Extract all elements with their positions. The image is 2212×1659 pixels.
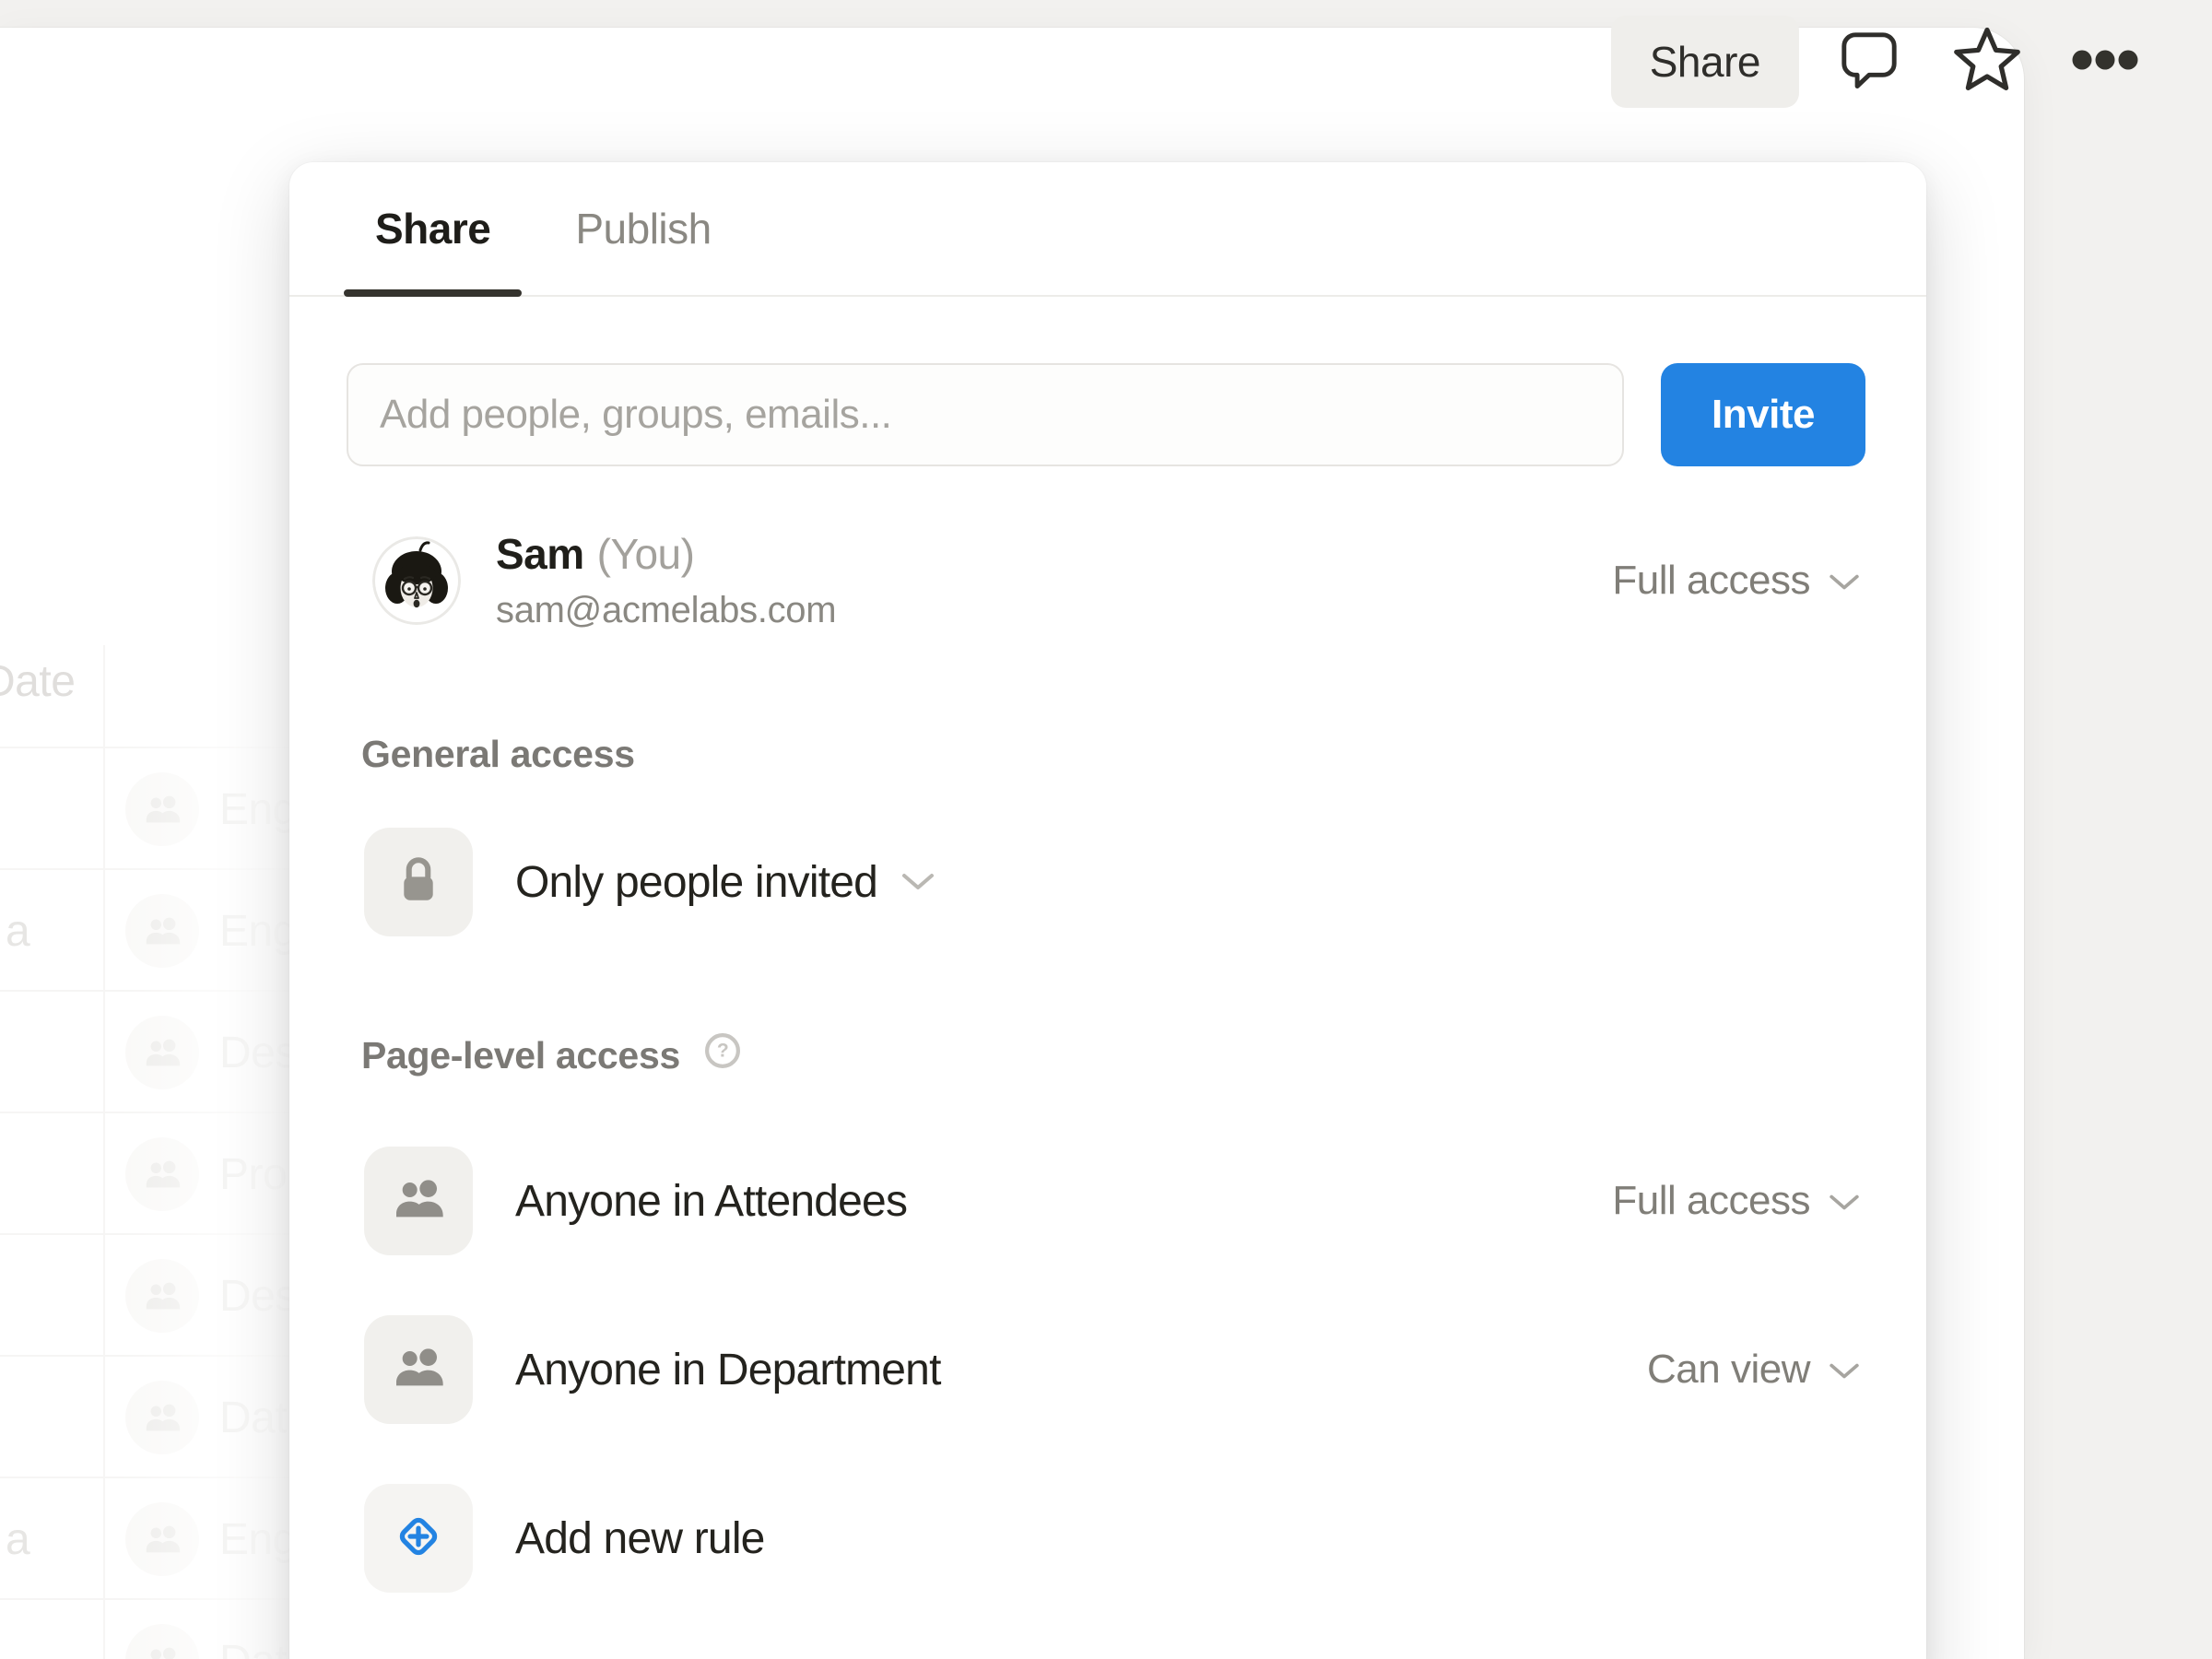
member-email: sam@acmelabs.com	[496, 590, 836, 631]
rule-access-dropdown[interactable]: Can view	[1647, 1347, 1862, 1393]
rule-access-value: Can view	[1647, 1347, 1810, 1393]
general-access-value: Only people invited	[515, 857, 877, 908]
more-options-button[interactable]	[2057, 16, 2153, 108]
chevron-down-icon	[1827, 1347, 1862, 1393]
star-icon	[1952, 26, 2022, 99]
help-icon[interactable]: ?	[702, 1030, 743, 1080]
comment-bubble-icon	[1839, 29, 1900, 96]
screen: Date Eng a Eng Des Pro Des	[0, 0, 2212, 1659]
member-access-value: Full access	[1612, 558, 1810, 604]
dialog-tabs: Share Publish	[289, 162, 1926, 297]
member-info: Sam (You) sam@acmelabs.com	[496, 529, 836, 631]
group-icon	[389, 1170, 448, 1233]
lock-icon-box	[364, 828, 473, 936]
tab-share[interactable]: Share	[344, 162, 522, 295]
rule-label: Anyone in Attendees	[515, 1176, 907, 1227]
share-button[interactable]: Share	[1611, 16, 1799, 108]
general-access-dropdown[interactable]	[900, 870, 936, 894]
chevron-down-icon	[1827, 1178, 1862, 1224]
page-level-access-heading: Page-level access ?	[361, 1030, 1926, 1080]
tab-publish-label: Publish	[575, 204, 711, 253]
rule-access-value: Full access	[1612, 1178, 1810, 1224]
general-access-heading: General access	[361, 733, 1926, 776]
avatar	[372, 536, 461, 625]
rule-row-department: Anyone in Department Can view	[364, 1315, 1862, 1424]
general-access-title: General access	[361, 733, 635, 776]
chevron-down-icon	[1827, 558, 1862, 604]
group-icon-box	[364, 1147, 473, 1255]
invite-button[interactable]: Invite	[1661, 363, 1865, 466]
comments-button[interactable]	[1821, 16, 1917, 108]
member-access-dropdown[interactable]: Full access	[1612, 558, 1862, 604]
invite-row: Invite	[347, 363, 1865, 466]
svg-text:?: ?	[717, 1041, 728, 1062]
share-button-label: Share	[1650, 37, 1760, 87]
general-access-row: Only people invited	[364, 828, 1862, 936]
rule-row-attendees: Anyone in Attendees Full access	[364, 1147, 1862, 1255]
diamond-plus-icon	[388, 1506, 449, 1571]
tab-share-label: Share	[375, 204, 490, 253]
add-rule-icon-box	[364, 1484, 473, 1593]
rule-label: Anyone in Department	[515, 1345, 941, 1395]
ellipsis-icon	[2072, 49, 2138, 76]
member-row: Sam (You) sam@acmelabs.com Full access	[372, 529, 1862, 631]
add-new-rule-row[interactable]: Add new rule	[364, 1484, 1862, 1593]
add-new-rule-label: Add new rule	[515, 1513, 765, 1564]
page-level-access-title: Page-level access	[361, 1034, 680, 1077]
member-you-suffix: (You)	[597, 529, 695, 579]
window-toolbar: Share	[1611, 15, 2153, 109]
favorite-button[interactable]	[1939, 16, 2035, 108]
share-dialog: Share Publish Invite	[289, 162, 1926, 1659]
invite-input[interactable]	[347, 363, 1624, 466]
group-icon-box	[364, 1315, 473, 1424]
lock-icon	[392, 853, 445, 912]
group-icon	[389, 1338, 448, 1402]
member-name: Sam	[496, 529, 584, 579]
tab-publish[interactable]: Publish	[544, 162, 742, 295]
rule-access-dropdown[interactable]: Full access	[1612, 1178, 1862, 1224]
